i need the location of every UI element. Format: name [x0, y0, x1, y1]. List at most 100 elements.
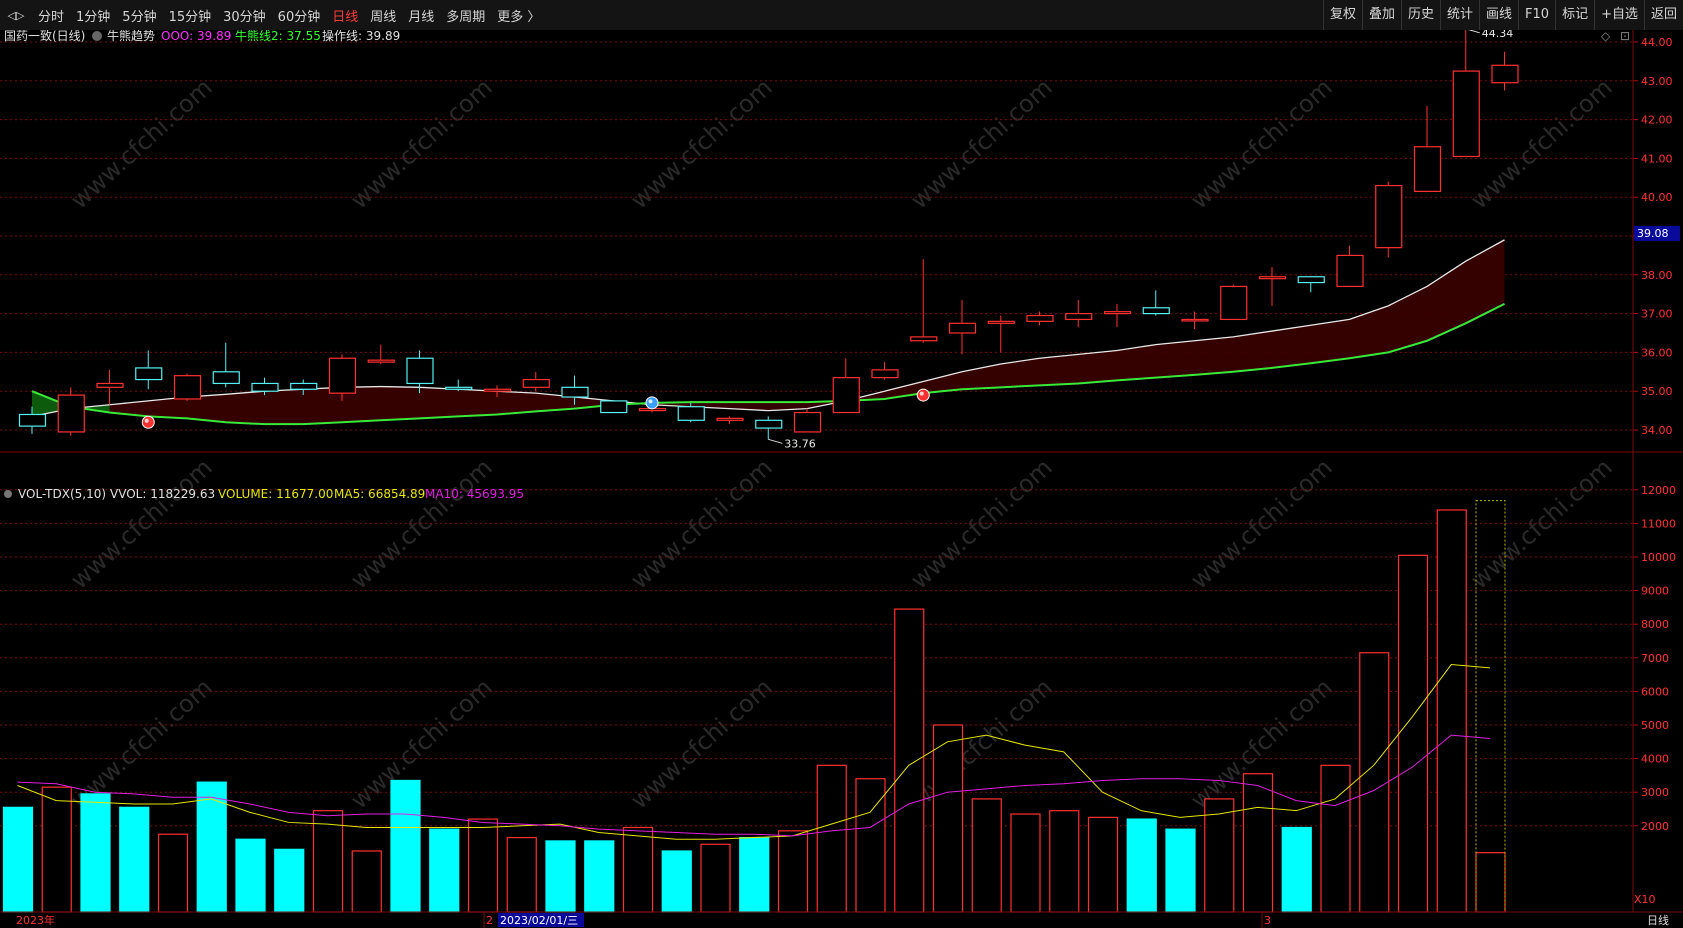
vol-bar-7 [274, 848, 305, 913]
period-tab-3[interactable]: 15分钟 [163, 6, 218, 25]
tool-button-3[interactable]: 统计 [1440, 0, 1479, 30]
current-price-label: 39.08 [1637, 227, 1669, 240]
high-label: 44.34 [1482, 30, 1514, 40]
candle-4 [173, 373, 202, 401]
diamond-icon[interactable]: ◇ [1601, 30, 1611, 43]
legend-ooo: OOO: 39.89 [161, 30, 231, 43]
vol-ma5: MA5: 66854.89 [334, 487, 425, 501]
price-tick-0: 34.00 [1641, 424, 1673, 437]
tool-buttons: 复权 叠加 历史 统计 画线 F10 标记 +自选 返回 [1322, 0, 1683, 30]
vol-bar-37 [1436, 509, 1467, 913]
period-tab-9[interactable]: 多周期 [440, 6, 491, 25]
vol-bar-31 [1204, 798, 1235, 913]
vol-tick-4: 6000 [1641, 685, 1669, 698]
tool-button-2[interactable]: 历史 [1400, 0, 1440, 30]
price-tick-2: 36.00 [1641, 346, 1673, 359]
vol-bar-8 [312, 810, 344, 913]
tool-button-6[interactable]: 标记 [1555, 0, 1594, 30]
vol-tick-2: 4000 [1641, 753, 1669, 766]
tool-button-8[interactable]: 返回 [1643, 0, 1683, 30]
top-toolbar: ◁▷ 分时 1分钟 5分钟 15分钟 30分钟 60分钟 日线 周线 月线 多周期 更多 〉 复权叠… [0, 0, 1683, 31]
signal-red-2 [916, 388, 930, 402]
vol-bar-27 [1049, 810, 1080, 913]
candle-20 [793, 408, 822, 433]
vol-tick-10: 12000 [1641, 484, 1676, 497]
tool-button-0[interactable]: 复权 [1322, 0, 1362, 30]
price-tick-6: 40.00 [1641, 191, 1673, 204]
vol-tick-9: 11000 [1641, 517, 1676, 530]
vol-bar-11 [429, 828, 460, 913]
vol-tick-5: 7000 [1641, 652, 1669, 665]
vol-bar-13 [506, 836, 537, 913]
period-tab-4[interactable]: 30分钟 [217, 6, 272, 25]
vol-bar-35 [1359, 652, 1390, 913]
legend-op-line: 操作线: 39.89 [322, 30, 400, 43]
tool-button-4[interactable]: 画线 [1479, 0, 1518, 30]
period-tab-0[interactable]: 分时 [32, 6, 70, 25]
candle-35 [1375, 181, 1403, 258]
vol-bar-16 [622, 826, 654, 913]
cursor-date: 2023/02/01/三 [500, 914, 578, 927]
price-tick-4: 38.00 [1641, 269, 1673, 282]
tool-button-1[interactable]: 叠加 [1361, 0, 1401, 30]
price-tick-10: 44.00 [1641, 36, 1673, 49]
vol-bar-5 [196, 781, 227, 913]
volume-legend: VOL-TDX(5,10) VVOL: 118229.63 VOLUME: 11… [4, 487, 524, 501]
period-selector: ◁▷ 分时 1分钟 5分钟 15分钟 30分钟 60分钟 日线 周线 月线 多周期 更多 〉 [0, 0, 546, 30]
vol-bar-33 [1281, 826, 1312, 913]
kline-chart[interactable]: www.cfchi.com www.cfchi.com www.cfchi.com w… [0, 30, 1683, 928]
vol-bar-1 [41, 786, 72, 913]
price-tick-8: 42.00 [1641, 114, 1673, 127]
period-tab-10[interactable]: 更多 〉 [491, 6, 546, 25]
vol-bar-3 [119, 806, 150, 913]
vol-tick-0: 2000 [1641, 820, 1669, 833]
vol-bar-28 [1087, 816, 1119, 913]
vol-bar-2 [80, 793, 111, 913]
period-tab-6[interactable]: 日线 [326, 6, 364, 25]
vol-volume: VOLUME: 11677.00 [218, 487, 333, 501]
vol-ma10: MA10: 45693.95 [425, 487, 524, 501]
price-tick-1: 35.00 [1641, 385, 1673, 398]
vol-tick-3: 5000 [1641, 719, 1669, 732]
vol-bar-17 [661, 850, 692, 913]
volume-toggle-icon[interactable] [4, 490, 12, 498]
indicator-toggle-icon[interactable] [92, 31, 102, 41]
vol-bar-15 [584, 840, 615, 913]
vol-bar-14 [545, 840, 576, 913]
vol-tick-6: 8000 [1641, 618, 1669, 631]
candle-1 [57, 387, 85, 436]
period-tab-8[interactable]: 月线 [402, 6, 440, 25]
vol-bar-38 [1475, 852, 1506, 913]
period-mode-label[interactable]: 日线 [1647, 913, 1669, 927]
tool-button-7[interactable]: +自选 [1594, 0, 1644, 30]
vol-bar-24 [932, 724, 964, 913]
period-tab-1[interactable]: 1分钟 [70, 6, 116, 25]
vol-bar-26 [1010, 813, 1041, 913]
vol-bar-18 [700, 843, 731, 913]
low-label: 33.76 [784, 437, 816, 450]
period-tab-7[interactable]: 周线 [364, 6, 402, 25]
more-icon[interactable]: ⊡ [1620, 30, 1630, 43]
time-label-mar: 3 [1264, 914, 1271, 927]
period-tab-2[interactable]: 5分钟 [116, 6, 162, 25]
vol-tick-1: 3000 [1641, 786, 1669, 799]
vol-bar-34 [1320, 764, 1351, 913]
price-tick-3: 37.00 [1641, 308, 1673, 321]
nav-arrows-icon[interactable]: ◁▷ [0, 9, 32, 22]
vol-bar-36 [1397, 554, 1429, 913]
vol-bar-6 [235, 838, 266, 913]
stock-title: 国药一致(日线) [4, 30, 85, 43]
vol-tick-8: 10000 [1641, 551, 1676, 564]
tool-button-5[interactable]: F10 [1518, 0, 1555, 30]
legend-line2: 牛熊线2: 37.55 [235, 30, 321, 43]
current-price-tag: 39.08 [1634, 225, 1680, 241]
vol-multiplier: X10 [1634, 893, 1656, 906]
vol-bar-19 [739, 836, 770, 913]
period-tab-5[interactable]: 60分钟 [272, 6, 327, 25]
vol-bar-30 [1165, 828, 1196, 913]
vol-bar-23 [894, 608, 925, 913]
vol-bar-12 [467, 818, 499, 913]
candle-15 [600, 400, 628, 414]
signal-blue-1 [645, 396, 659, 410]
candle-31 [1220, 284, 1248, 321]
